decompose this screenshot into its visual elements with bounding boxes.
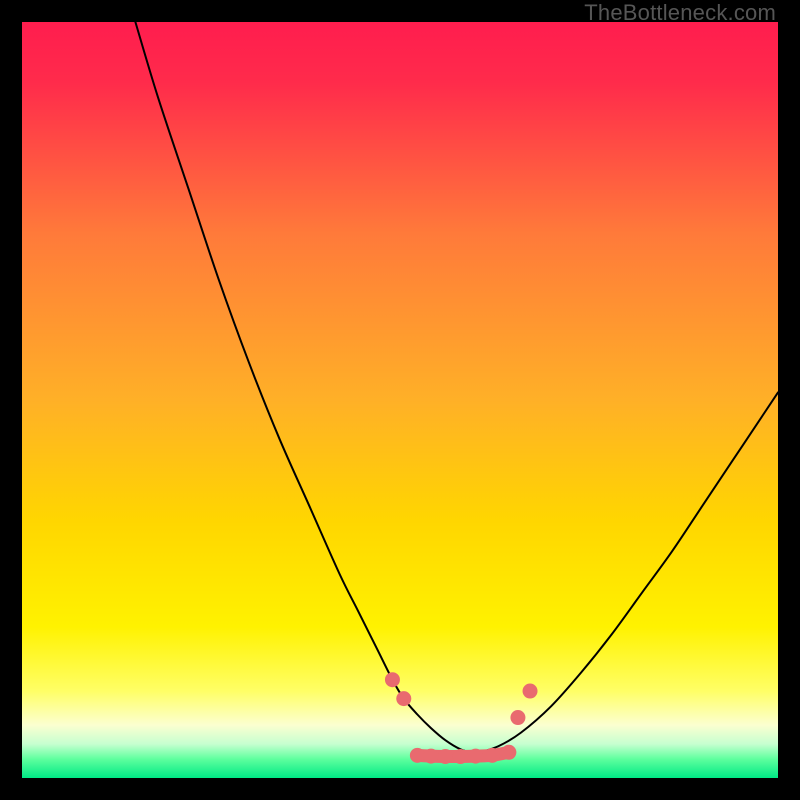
highlight-dot	[501, 745, 516, 760]
highlight-dot	[510, 710, 525, 725]
highlight-dot	[410, 748, 425, 763]
highlight-dot	[453, 749, 468, 764]
curve-left-curve	[135, 22, 475, 754]
highlight-dot	[438, 749, 453, 764]
highlight-dot	[385, 672, 400, 687]
chart-frame	[22, 22, 778, 778]
highlight-dot	[485, 748, 500, 763]
bottleneck-chart	[22, 22, 778, 778]
curve-right-curve	[476, 392, 778, 753]
highlight-dot	[523, 684, 538, 699]
highlight-dot	[468, 749, 483, 764]
highlight-dot	[423, 749, 438, 764]
highlight-dot	[396, 691, 411, 706]
watermark-text: TheBottleneck.com	[584, 0, 776, 26]
